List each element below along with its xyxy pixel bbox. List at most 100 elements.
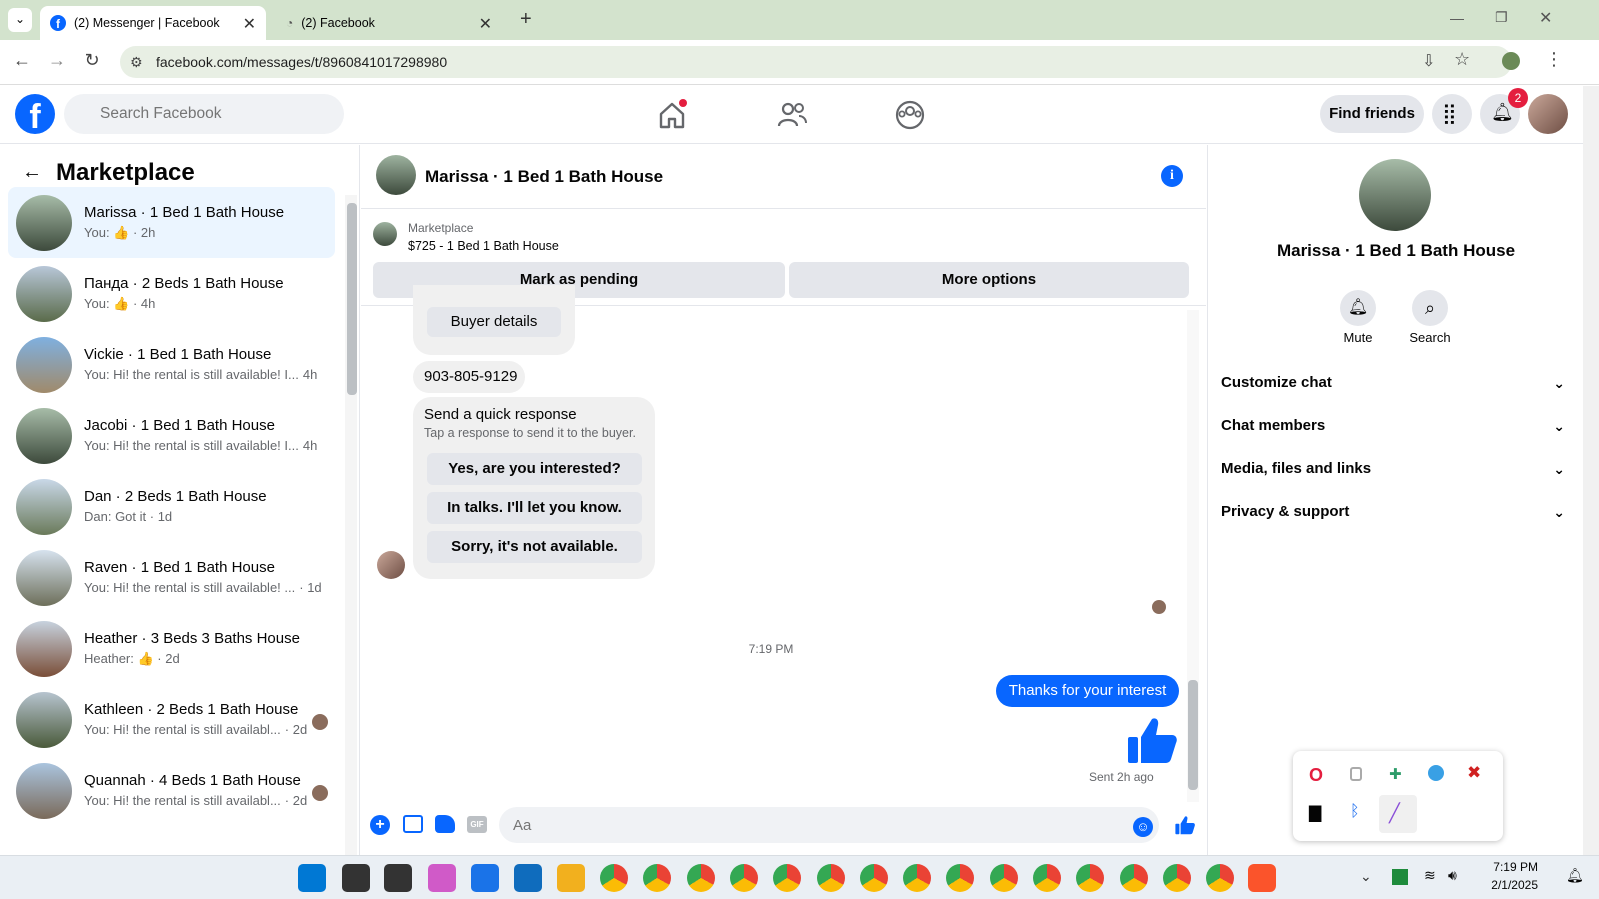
opera-icon[interactable]: O (1309, 765, 1323, 786)
tray-app-icon[interactable] (1392, 869, 1408, 885)
chrome-profile-icon[interactable] (729, 864, 758, 892)
groups-icon[interactable] (893, 98, 927, 132)
notifications-button[interactable]: 🔔︎ 2 (1480, 88, 1528, 134)
media-files-links-section[interactable]: Media, files and links ⌄ (1221, 449, 1571, 489)
site-info-icon[interactable]: ⚙ (130, 46, 143, 78)
wifi-icon[interactable]: ≋ (1424, 867, 1436, 884)
privacy-support-section[interactable]: Privacy & support ⌄ (1221, 492, 1571, 532)
volume-icon[interactable]: 🔊︎ (1448, 867, 1457, 884)
bluetooth-icon[interactable]: ᛒ (1350, 803, 1360, 821)
scrollbar-thumb[interactable] (1188, 680, 1198, 790)
close-tab-icon[interactable]: ✕ (243, 14, 256, 34)
search-icon[interactable] (342, 864, 370, 892)
chrome-profile-icon[interactable] (989, 864, 1018, 892)
bird-ext-icon[interactable] (1428, 765, 1444, 781)
conversation-item[interactable]: Raven · 1 Bed 1 Bath House You: Hi! the r… (8, 542, 335, 613)
friends-icon[interactable] (775, 98, 809, 132)
conversation-item[interactable]: Kathleen · 2 Beds 1 Bath House You: Hi! t… (8, 684, 335, 755)
listing-thumbnail[interactable] (373, 222, 397, 246)
photo-icon[interactable] (403, 815, 423, 833)
plus-icon[interactable]: + (370, 815, 390, 835)
quick-response-option[interactable]: Sorry, it's not available. (427, 531, 642, 563)
close-tab-icon[interactable]: ✕ (479, 14, 492, 34)
conversation-item[interactable]: Heather · 3 Beds 3 Baths House Heather: 👍… (8, 613, 335, 684)
chat-members-section[interactable]: Chat members ⌄ (1221, 406, 1571, 446)
tab-messenger[interactable]: f (2) Messenger | Facebook ✕ (40, 6, 266, 40)
close-window-icon[interactable]: ✕ (1539, 8, 1552, 28)
chrome-profile-icon[interactable] (1162, 864, 1191, 892)
brave-browser-icon[interactable] (1248, 864, 1276, 892)
listing-price-title[interactable]: $725 - 1 Bed 1 Bath House (408, 239, 559, 253)
facebook-logo-icon[interactable]: f (15, 94, 55, 136)
pen-ext-icon[interactable]: ╱ (1379, 795, 1417, 833)
chat-scrollbar[interactable] (1187, 310, 1199, 802)
clock-time[interactable]: 7:19 PM (1474, 860, 1538, 874)
gif-icon[interactable]: GIF (467, 816, 487, 833)
task-view-icon[interactable] (384, 864, 412, 892)
emoji-icon[interactable]: ☺ (1133, 817, 1153, 837)
store-icon[interactable] (514, 864, 542, 892)
chrome-profile-icon[interactable] (1033, 864, 1061, 892)
chrome-profile-icon[interactable] (1076, 864, 1105, 892)
chrome-profile-icon[interactable] (643, 864, 672, 892)
menu-kebab-icon[interactable]: ⋮ (1545, 49, 1563, 70)
chat-title[interactable]: Marissa · 1 Bed 1 Bath House (425, 167, 663, 187)
list-scrollbar[interactable] (345, 195, 357, 855)
search-chat-icon[interactable]: ⌕ (1412, 290, 1448, 326)
puzzle-ext-icon[interactable]: ✚ (1389, 765, 1402, 783)
copilot-icon[interactable] (428, 864, 456, 892)
conversation-item[interactable]: Dan · 2 Beds 1 Bath House Dan: Got it · 1… (8, 471, 335, 542)
buyer-details-button[interactable]: Buyer details (427, 307, 561, 337)
app-icon[interactable] (471, 864, 499, 892)
chrome-profile-icon[interactable] (859, 864, 888, 892)
more-options-button[interactable]: More options (789, 262, 1189, 298)
sticker-icon[interactable] (435, 815, 455, 833)
back-arrow-icon[interactable]: ← (22, 161, 42, 184)
search-input[interactable] (64, 94, 344, 134)
new-tab-icon[interactable]: + (520, 8, 532, 31)
back-icon[interactable]: ← (10, 50, 34, 71)
find-friends-button[interactable]: Find friends (1320, 95, 1424, 133)
chrome-profile-icon[interactable] (1206, 864, 1235, 892)
scrollbar-thumb[interactable] (347, 203, 357, 395)
notification-center-icon[interactable]: 🔔︎ (1566, 867, 1584, 884)
show-hidden-icons-icon[interactable]: ⌄ (1360, 868, 1372, 885)
profile-icon[interactable] (1502, 52, 1520, 70)
home-icon[interactable] (655, 98, 689, 132)
install-app-icon[interactable]: ⇩ (1422, 51, 1435, 71)
mute-bell-icon[interactable]: 🔔︎ (1340, 290, 1376, 326)
quick-response-option[interactable]: Yes, are you interested? (427, 453, 642, 485)
chrome-profile-icon[interactable] (600, 864, 628, 892)
chrome-profile-icon[interactable] (773, 864, 802, 892)
info-icon[interactable]: i (1161, 165, 1183, 187)
reload-icon[interactable]: ↻ (80, 50, 104, 71)
thumbs-up-send-icon[interactable] (1174, 815, 1196, 835)
url-field[interactable]: ⚙ facebook.com/messages/t/89608410172989… (120, 46, 1512, 78)
tab-facebook[interactable]: ◔ (2) Facebook ✕ (276, 6, 502, 40)
customize-chat-section[interactable]: Customize chat ⌄ (1221, 363, 1571, 403)
account-avatar[interactable] (1528, 94, 1568, 134)
conversation-item[interactable]: Vickie · 1 Bed 1 Bath House You: Hi! the … (8, 329, 335, 400)
chrome-profile-icon[interactable] (946, 864, 975, 892)
chrome-profile-icon[interactable] (686, 864, 715, 892)
conversation-item[interactable]: Marissa · 1 Bed 1 Bath House You: 👍 · 2h (8, 187, 335, 258)
file-explorer-icon[interactable] (557, 864, 585, 892)
chat-avatar[interactable] (376, 155, 416, 195)
maximize-icon[interactable]: ❐ (1495, 9, 1508, 26)
menu-button[interactable]: ⣿ (1432, 94, 1472, 134)
message-input[interactable] (499, 807, 1159, 843)
minimize-icon[interactable]: — (1450, 10, 1464, 26)
quick-response-option[interactable]: In talks. I'll let you know. (427, 492, 642, 524)
chrome-profile-icon[interactable] (816, 864, 845, 892)
shield-ext-icon[interactable] (1350, 767, 1362, 781)
page-scrollbar[interactable] (1583, 86, 1599, 855)
chrome-profile-icon[interactable] (1119, 864, 1148, 892)
bookmark-star-icon[interactable]: ☆ (1454, 49, 1470, 70)
details-avatar[interactable] (1359, 159, 1431, 231)
conversation-item[interactable]: Jacobi · 1 Bed 1 Bath House You: Hi! the … (8, 400, 335, 471)
tab-search-button[interactable]: ⌄ (8, 8, 32, 32)
conversation-item[interactable]: Quannah · 4 Beds 1 Bath House You: Hi! th… (8, 755, 335, 826)
chrome-profile-icon[interactable] (903, 864, 932, 892)
gift-ext-icon[interactable]: ✖ (1467, 763, 1481, 783)
forward-icon[interactable]: → (45, 50, 69, 71)
